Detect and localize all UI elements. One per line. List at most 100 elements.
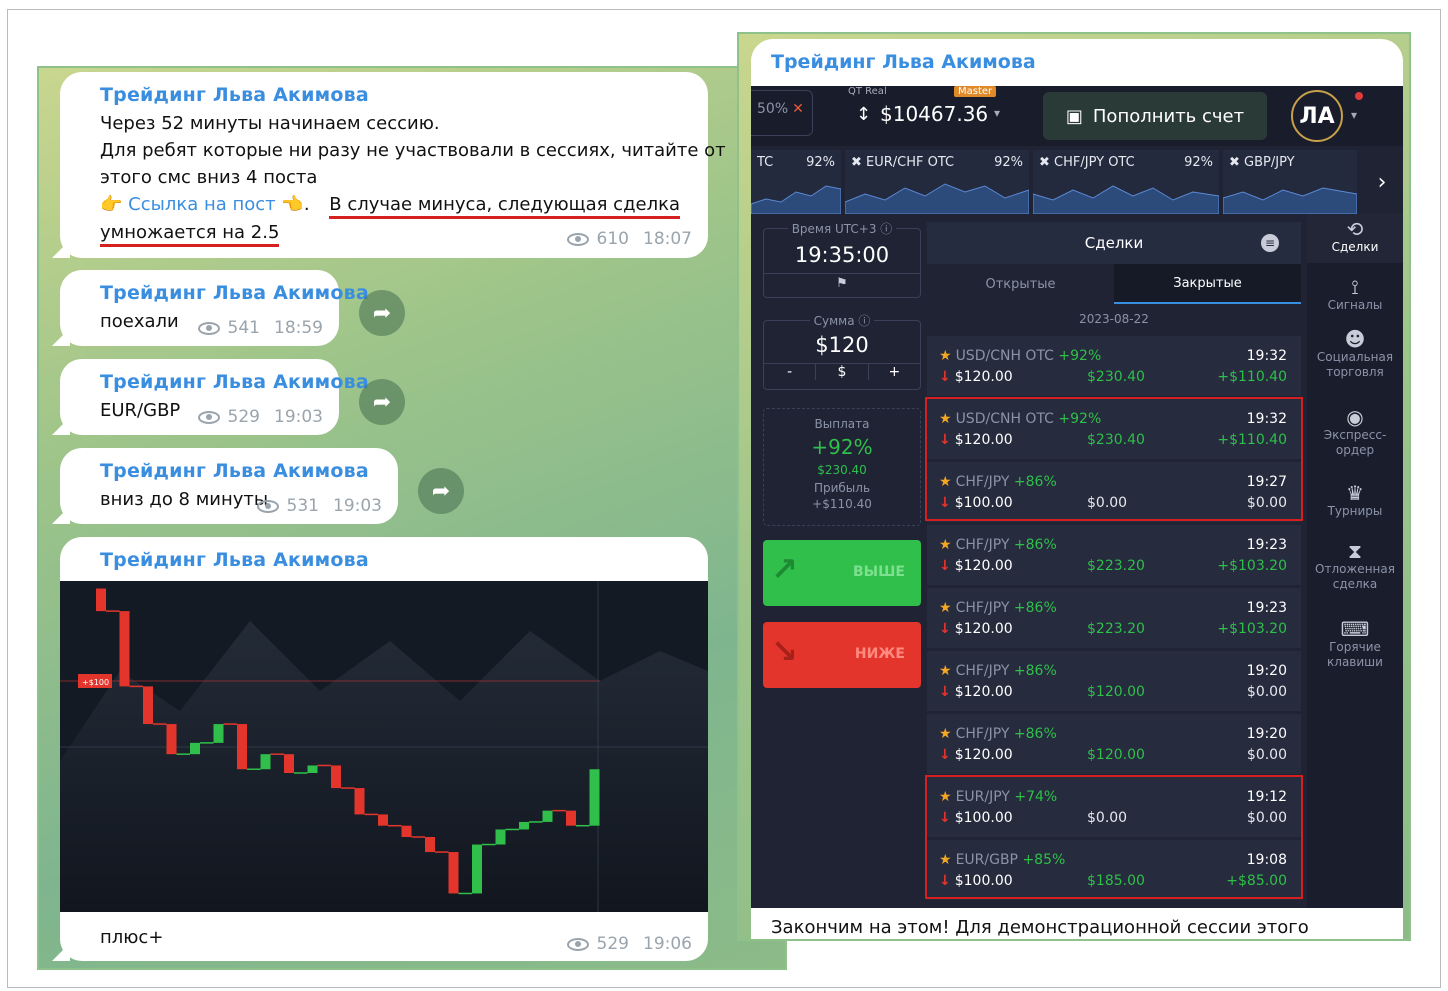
message-sender[interactable]: Трейдинг Льва Акимова xyxy=(100,371,369,393)
asset-tab[interactable]: ✖ GBP/JPY xyxy=(1223,150,1357,214)
asset-name-text: EUR/CHF OTC xyxy=(866,155,955,170)
close-icon[interactable]: ✕ xyxy=(792,101,804,117)
candlestick-chart-image[interactable]: +$100 xyxy=(60,581,708,912)
message-meta: 529 19:03 xyxy=(197,407,323,427)
deal-payout: $120.00 xyxy=(1087,747,1145,763)
deal-pair-name: CHF/JPY xyxy=(955,726,1010,742)
highlight-box xyxy=(925,397,1303,521)
deal-row[interactable]: ★ CHF/JPY +86% ↓ $120.00 $120.00 19:20 $0.00 xyxy=(927,651,1301,711)
screenshot-panel: Трейдинг Льва Акимова 50% ✕ QT Real Maste… xyxy=(737,32,1411,941)
keyboard-icon: ⌨ xyxy=(1340,617,1370,641)
time-field[interactable]: Время UTC+3 ⓘ 19:35:00 ⚑ xyxy=(763,222,921,298)
chart-down-icon: ↘ xyxy=(771,632,798,670)
forward-button[interactable]: ➦ xyxy=(359,290,405,336)
nav-express[interactable]: ◉ Экспресс-ордер xyxy=(1307,407,1403,458)
message-sender[interactable]: Трейдинг Льва Акимова xyxy=(771,51,1036,73)
history-icon: ⟲ xyxy=(1346,217,1364,241)
deal-row[interactable]: ★ CHF/JPY +86% ↓ $120.00 $223.20 19:23 +$103.2… xyxy=(927,588,1301,648)
payout-box: Выплата +92% $230.40 Прибыль +$110.40 xyxy=(763,408,921,526)
asset-tab[interactable]: ✖ EUR/CHF OTC 92% xyxy=(845,150,1029,214)
message-meta: 541 18:59 xyxy=(197,318,323,338)
deal-row[interactable]: ★ CHF/JPY +86% ↓ $120.00 $120.00 19:20 $0.00 xyxy=(927,714,1301,774)
message-bubble-1[interactable]: Трейдинг Льва Акимова Через 52 минуты на… xyxy=(60,72,726,258)
message-time: 19:03 xyxy=(274,407,323,427)
forward-arrow-icon: ➦ xyxy=(431,478,451,504)
asset-tab[interactable]: TC 92% xyxy=(751,150,841,214)
message-bubble-2[interactable]: Трейдинг Льва Акимова поехали 541 18:59 xyxy=(60,270,369,346)
deal-pair-name: CHF/JPY xyxy=(955,663,1010,679)
forward-arrow-icon: ➦ xyxy=(372,389,392,415)
nav-signal[interactable]: ⟟ Сигналы xyxy=(1307,277,1403,313)
bearish-candle xyxy=(448,852,459,894)
avatar[interactable]: ЛА xyxy=(1291,90,1343,142)
wallet-icon: ▣ xyxy=(1065,105,1083,127)
close-icon[interactable]: ✖ xyxy=(851,155,866,170)
message-bubble-3[interactable]: Трейдинг Льва Акимова EUR/GBP 529 19:03 xyxy=(60,359,369,435)
list-icon[interactable]: ≡ xyxy=(1261,234,1279,252)
pct-chip[interactable]: 50% ✕ xyxy=(751,90,813,136)
asset-tabs: TC 92% ✖ EUR/CHF OTC 92% ✖ CHF/JPY OTC 9… xyxy=(751,150,1403,214)
message-sender[interactable]: Трейдинг Льва Акимова xyxy=(100,460,369,482)
bullish-candle xyxy=(519,821,529,830)
message-bubble-4[interactable]: Трейдинг Льва Акимова вниз до 8 минуты 5… xyxy=(60,448,398,524)
message-sender[interactable]: Трейдинг Льва Акимова xyxy=(100,282,369,304)
post-link[interactable]: Ссылка на пост xyxy=(128,194,276,215)
deal-row[interactable]: ★ USD/CNH OTC +92% ↓ $120.00 $230.40 19:32 +$1… xyxy=(927,336,1301,396)
bearish-candle xyxy=(378,814,388,826)
asset-tab[interactable]: ✖ CHF/JPY OTC 92% xyxy=(1033,150,1219,214)
amount-increase-button[interactable]: + xyxy=(869,364,920,380)
hourglass-icon: ⧗ xyxy=(1347,539,1363,563)
higher-button[interactable]: ↗ ВЫШЕ xyxy=(763,540,921,606)
deal-profit: +$110.40 xyxy=(1217,369,1287,385)
forward-button[interactable]: ➦ xyxy=(418,468,464,514)
arrow-down-icon: ↓ xyxy=(939,621,951,637)
nav-label: Отложенная сделка xyxy=(1315,562,1395,591)
message-line-2: Для ребят которые ни разу не участвовали… xyxy=(100,140,726,161)
chart-up-icon: ↗ xyxy=(771,550,798,588)
close-icon[interactable]: ✖ xyxy=(1229,155,1244,170)
people-icon: ☻ xyxy=(1344,327,1366,351)
message-sender[interactable]: Трейдинг Льва Акимова xyxy=(100,84,369,106)
amount-currency-button[interactable]: $ xyxy=(815,364,869,380)
message-sender[interactable]: Трейдинг Льва Акимова xyxy=(100,549,369,571)
tab-open[interactable]: Открытые xyxy=(927,264,1114,304)
chevron-down-icon[interactable]: ▾ xyxy=(1351,108,1357,122)
nav-trophy[interactable]: ♛ Турниры xyxy=(1307,483,1403,519)
amount-stepper[interactable]: - $ + xyxy=(764,363,920,380)
payout-pct: +92% xyxy=(811,435,873,459)
account-type: QT Real xyxy=(848,86,887,97)
bearish-candle xyxy=(119,611,130,687)
deposit-button[interactable]: ▣ Пополнить счет xyxy=(1043,92,1267,140)
amount-value: $120 xyxy=(815,333,869,357)
amount-decrease-button[interactable]: - xyxy=(764,364,815,380)
tab-closed[interactable]: Закрытые xyxy=(1114,264,1301,304)
views-eye-icon xyxy=(197,410,220,424)
deal-payout: $223.20 xyxy=(1087,621,1145,637)
deal-profit: $0.00 xyxy=(1246,684,1287,700)
nav-people[interactable]: ☻ Социальная торговля xyxy=(1307,327,1403,380)
message-line-4: 👉 Ссылка на пост 👈. В случае минуса, сле… xyxy=(100,194,681,219)
bearish-candle xyxy=(166,724,177,755)
asset-sparkline xyxy=(1223,187,1357,214)
star-icon: ★ xyxy=(939,537,952,553)
asset-name-text: CHF/JPY OTC xyxy=(1054,155,1135,170)
lower-button[interactable]: ↘ НИЖЕ xyxy=(763,622,921,688)
forward-button[interactable]: ➦ xyxy=(359,379,405,425)
nav-history[interactable]: ⟲ Сделки xyxy=(1307,214,1403,263)
amount-field[interactable]: Сумма ⓘ $120 - $ + xyxy=(763,314,921,390)
profit-label: Прибыль xyxy=(813,481,871,495)
deal-row[interactable]: ★ CHF/JPY +86% ↓ $120.00 $223.20 19:23 +$103.2… xyxy=(927,525,1301,585)
nav-keyboard[interactable]: ⌨ Горячие клавиши xyxy=(1307,617,1403,670)
close-icon[interactable]: ✖ xyxy=(1039,155,1054,170)
nav-hourglass[interactable]: ⧗ Отложенная сделка xyxy=(1307,539,1403,592)
deal-amount-value: $120.00 xyxy=(954,684,1013,700)
deal-amount: ↓ $120.00 xyxy=(939,684,1013,700)
deal-pct: +86% xyxy=(1013,537,1057,553)
deal-amount-value: $120.00 xyxy=(954,369,1013,385)
deal-amount: ↓ $120.00 xyxy=(939,747,1013,763)
views-eye-icon xyxy=(197,321,220,335)
asset-sparkline xyxy=(751,185,841,214)
deal-amount: ↓ $120.00 xyxy=(939,621,1013,637)
message-text: плюс+ xyxy=(100,927,164,948)
chevron-right-icon[interactable]: › xyxy=(1361,150,1403,214)
